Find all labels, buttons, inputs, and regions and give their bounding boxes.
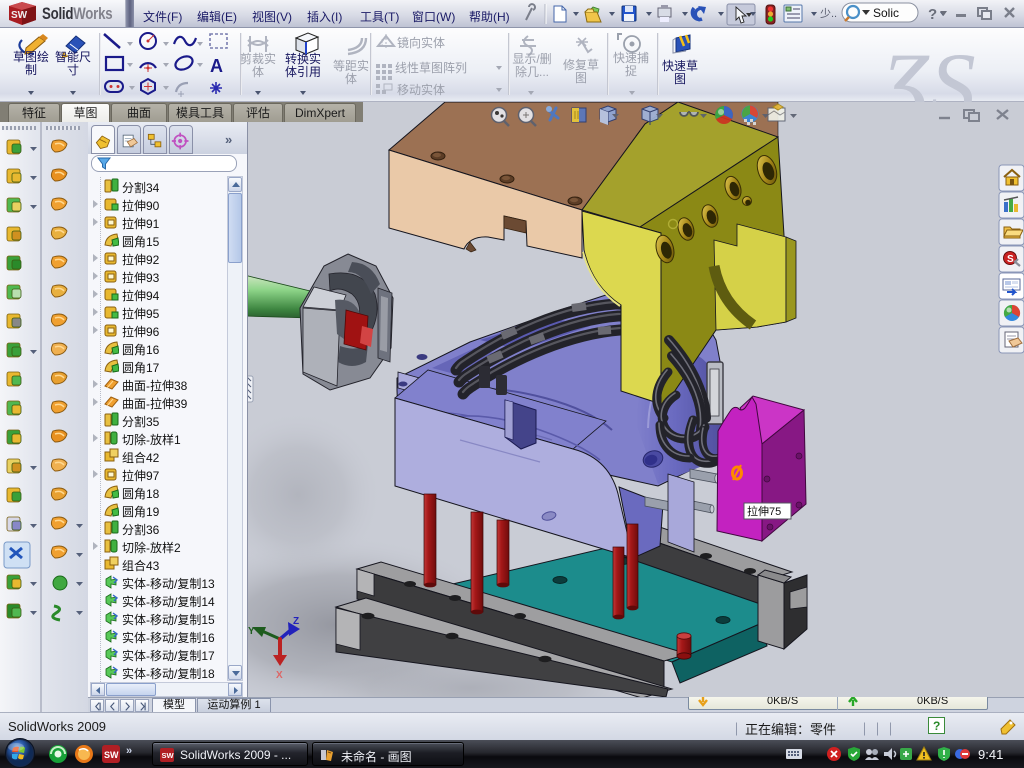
svg-text:Z: Z bbox=[293, 616, 299, 627]
svg-text:S: S bbox=[1007, 254, 1014, 265]
svg-text:Solic: Solic bbox=[873, 6, 899, 20]
svg-text:SW: SW bbox=[104, 750, 119, 760]
svg-text:?: ? bbox=[928, 6, 937, 23]
svg-text:A: A bbox=[210, 56, 223, 76]
svg-text:»: » bbox=[126, 745, 132, 757]
svg-text:少..: 少.. bbox=[820, 7, 837, 20]
svg-text:拉伸75: 拉伸75 bbox=[747, 504, 781, 518]
svg-text:Y: Y bbox=[248, 626, 255, 637]
svg-text:SW: SW bbox=[11, 10, 28, 21]
svg-text:SW: SW bbox=[162, 751, 175, 760]
svg-text:X: X bbox=[276, 670, 283, 681]
